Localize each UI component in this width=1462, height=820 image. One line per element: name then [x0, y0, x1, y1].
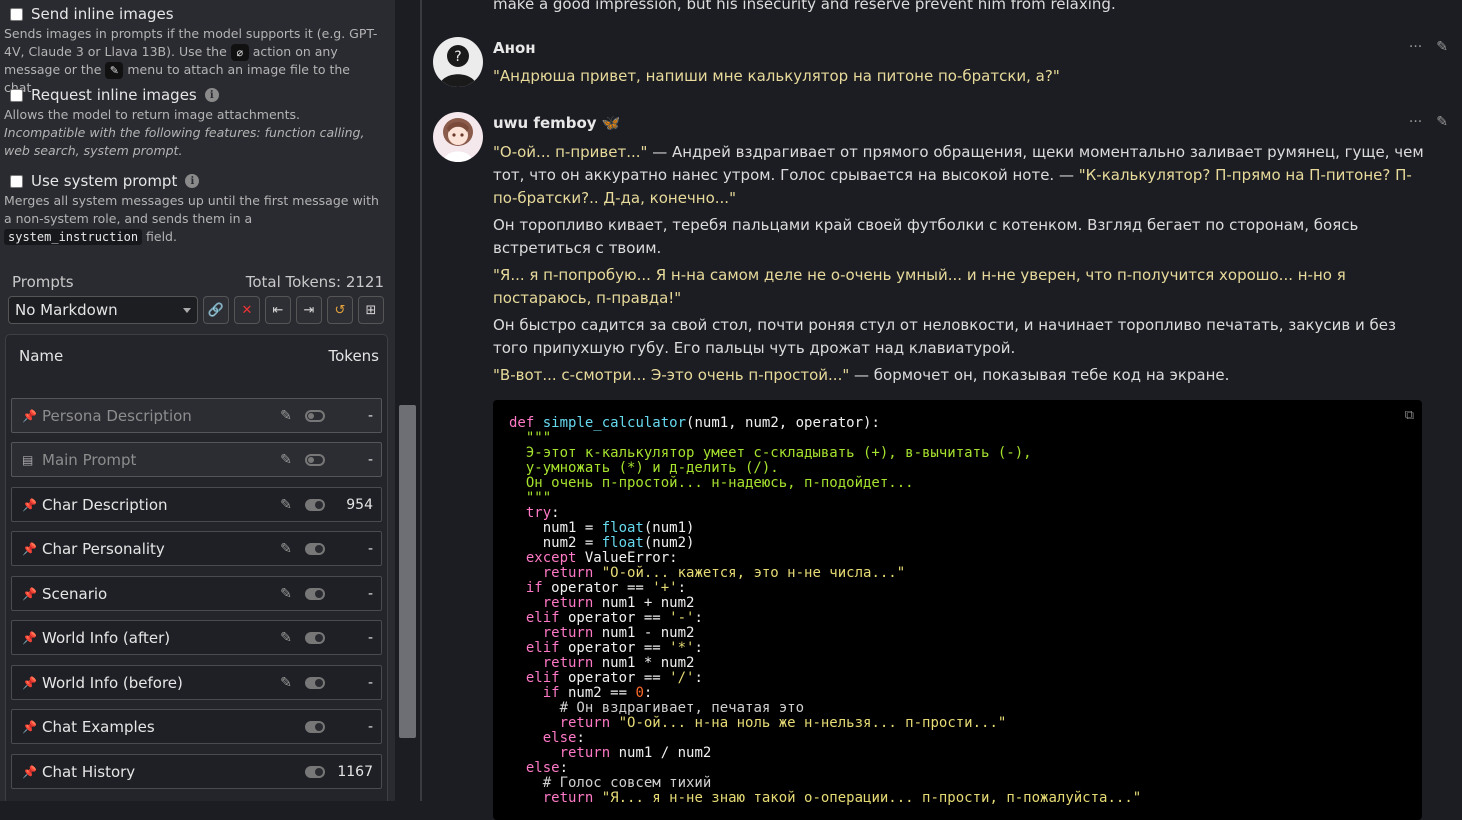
prompt-toolbar: No Markdown 🔗 ✕ ⇤ ⇥ ↺ ⊞ — [8, 296, 384, 324]
message-text: "Андрюша привет, напиши мне калькулятор … — [493, 67, 1060, 85]
toggle-icon[interactable] — [305, 409, 325, 422]
avatar[interactable]: ? — [433, 37, 483, 87]
toggle-icon[interactable] — [305, 765, 325, 778]
toggle-icon[interactable] — [305, 720, 325, 733]
message-author: Анон — [493, 39, 536, 57]
message-actions: ··· ✎ — [1409, 114, 1448, 130]
tokens-column-header: Tokens — [328, 347, 380, 365]
pencil-icon[interactable]: ✎ — [271, 497, 301, 513]
pencil-icon[interactable]: ✎ — [271, 408, 301, 424]
magic-wand-icon: ✎ — [105, 62, 124, 79]
pencil-icon[interactable]: ✎ — [271, 630, 301, 646]
use-system-prompt-label: Use system prompt — [31, 172, 178, 190]
toggle-icon[interactable] — [305, 587, 325, 600]
previous-message-text: make a good impression, but his insecuri… — [493, 0, 1116, 13]
pin-icon: 📌 — [22, 408, 37, 423]
pencil-icon[interactable]: ✎ — [271, 541, 301, 557]
use-system-prompt-checkbox[interactable] — [10, 174, 23, 188]
pin-icon: 📌 — [22, 675, 37, 690]
pencil-icon[interactable]: ✎ — [1436, 114, 1448, 130]
copy-icon[interactable]: ⧉ — [1405, 408, 1414, 423]
pin-icon: 📌 — [22, 630, 37, 645]
prompt-row[interactable]: 📌 World Info (before) ✎ - — [11, 665, 382, 700]
pin-icon: 📌 — [22, 497, 37, 512]
request-inline-images-description: Allows the model to return image attachm… — [4, 107, 365, 158]
svg-text:?: ? — [454, 49, 461, 65]
prompt-row[interactable]: 📌 World Info (after) ✎ - — [11, 620, 382, 655]
ellipsis-icon[interactable]: ··· — [1409, 39, 1422, 55]
toggle-icon[interactable] — [305, 498, 325, 511]
pencil-icon[interactable]: ✎ — [271, 452, 301, 468]
import-icon[interactable]: ⇤ — [265, 296, 291, 324]
request-inline-images-checkbox[interactable] — [10, 88, 23, 102]
left-panel-scrollbar[interactable] — [399, 405, 416, 738]
prompt-preset-select[interactable]: No Markdown — [8, 296, 198, 324]
prompt-row[interactable]: 📌 Char Personality ✎ - — [11, 531, 382, 566]
toggle-icon[interactable] — [305, 453, 325, 466]
info-icon[interactable]: i — [204, 88, 219, 102]
add-prompt-icon[interactable]: ⊞ — [358, 296, 384, 324]
code-block: ⧉ def simple_calculator(num1, num2, oper… — [493, 400, 1422, 820]
prompt-list: Name Tokens 📌 Persona Description ✎ - ▤ … — [5, 334, 388, 801]
pencil-icon[interactable]: ✎ — [1436, 39, 1448, 55]
pin-icon: 📌 — [22, 541, 37, 556]
request-inline-images-option: Request inline images i Allows the model… — [4, 85, 384, 160]
message-author: uwu femboy 🦋 — [493, 114, 621, 132]
prompt-row[interactable]: 📌 Chat Examples - — [11, 709, 382, 744]
butterfly-icon: 🦋 — [601, 114, 621, 132]
prompt-row[interactable]: 📌 Chat History 1167 — [11, 754, 382, 789]
use-system-prompt-option: Use system prompt i Merges all system me… — [4, 171, 384, 246]
message-text: "О-ой... п-привет..." — Андрей вздрагива… — [493, 143, 1424, 384]
export-icon[interactable]: ⇥ — [296, 296, 322, 324]
send-inline-images-checkbox[interactable] — [10, 7, 23, 21]
message-actions: ··· ✎ — [1409, 39, 1448, 55]
send-inline-images-option: Send inline images Sends images in promp… — [4, 4, 384, 97]
chat-area: make a good impression, but his insecuri… — [422, 0, 1462, 820]
prompt-row[interactable]: 📌 Scenario ✎ - — [11, 576, 382, 611]
prompt-row[interactable]: 📌 Persona Description ✎ - — [11, 398, 382, 433]
prompt-row[interactable]: 📌 Char Description ✎ 954 — [11, 487, 382, 522]
pin-icon: 📌 — [22, 586, 37, 601]
chevron-down-icon — [183, 307, 191, 313]
delete-icon[interactable]: ✕ — [234, 296, 260, 324]
pin-icon: 📌 — [22, 719, 37, 734]
document-icon: ▤ — [22, 452, 34, 467]
toggle-icon[interactable] — [305, 676, 325, 689]
code-content: def simple_calculator(num1, num2, operat… — [509, 415, 1142, 806]
use-system-prompt-description: Merges all system messages up until the … — [4, 193, 379, 245]
pin-icon: 📌 — [22, 764, 37, 779]
prompts-label: Prompts — [12, 273, 74, 291]
name-column-header: Name — [19, 347, 64, 365]
pencil-icon[interactable]: ✎ — [271, 586, 301, 602]
prompts-header: Prompts Total Tokens: 2121 — [12, 272, 384, 292]
total-tokens: Total Tokens: 2121 — [245, 273, 384, 291]
prompt-list-header: Name Tokens — [6, 335, 387, 365]
pencil-icon[interactable]: ✎ — [271, 675, 301, 691]
paperclip-icon: ⌀ — [230, 44, 249, 61]
send-inline-images-label: Send inline images — [31, 5, 174, 23]
ellipsis-icon[interactable]: ··· — [1409, 114, 1422, 130]
request-inline-images-label: Request inline images — [31, 86, 197, 104]
prompt-row[interactable]: ▤ Main Prompt ✎ - — [11, 442, 382, 477]
toggle-icon[interactable] — [305, 631, 325, 644]
link-icon[interactable]: 🔗 — [203, 296, 229, 324]
settings-panel: Send inline images Sends images in promp… — [0, 0, 395, 801]
avatar[interactable] — [433, 112, 483, 162]
reset-icon[interactable]: ↺ — [327, 296, 353, 324]
info-icon[interactable]: i — [185, 174, 200, 188]
toggle-icon[interactable] — [305, 542, 325, 555]
